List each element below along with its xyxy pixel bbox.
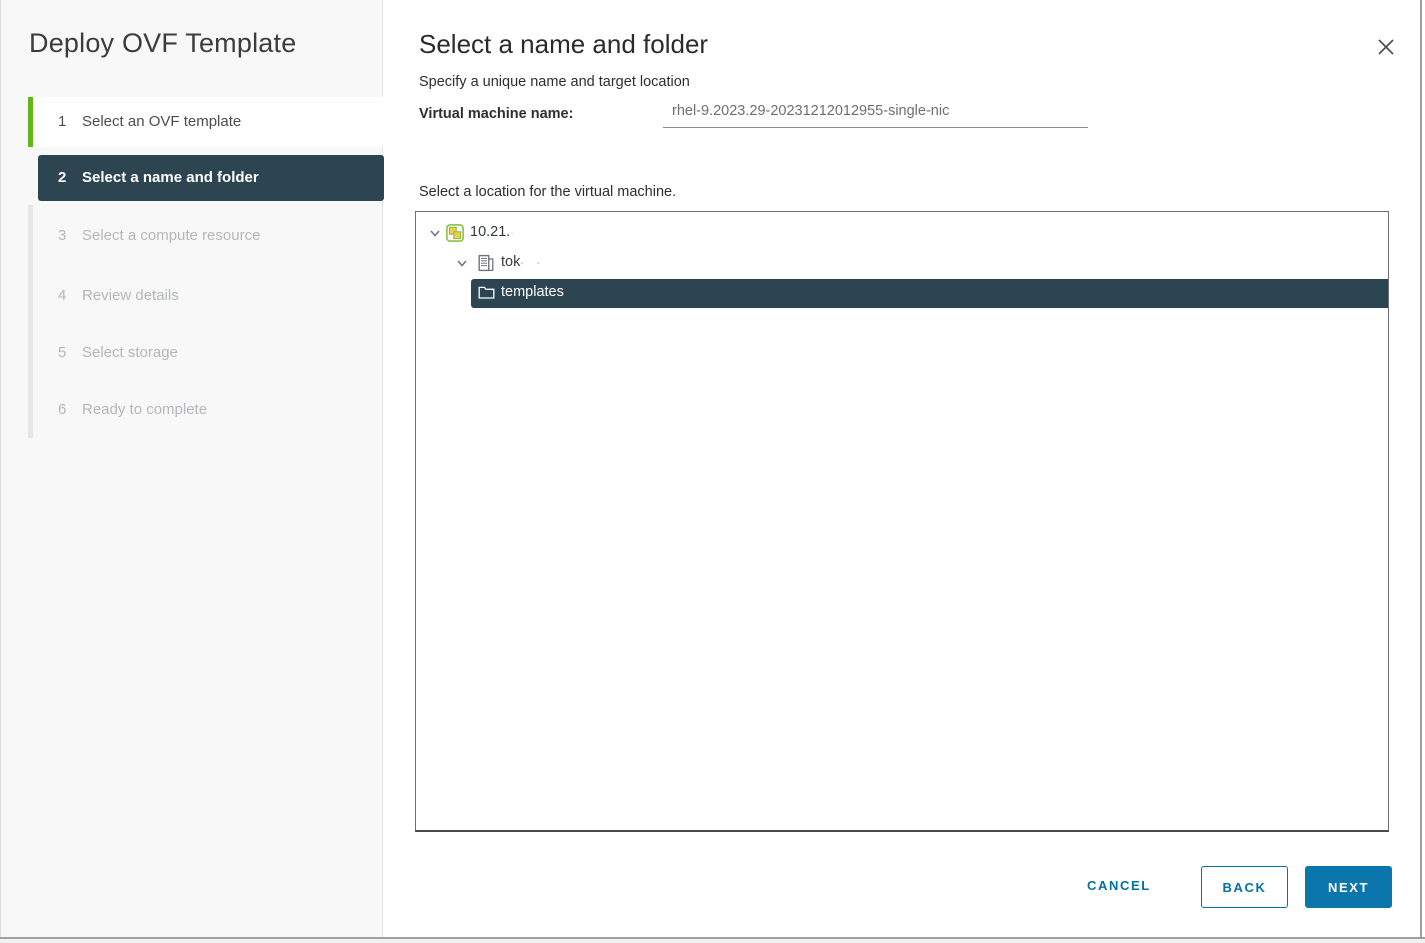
tree-node-label: 10.21.· [470,224,519,240]
chevron-down-icon[interactable] [429,227,441,239]
vcenter-server-icon [446,224,464,242]
page-subtitle: Specify a unique name and target locatio… [419,74,690,90]
step-label: Select an OVF template [82,113,242,130]
step-label: Select a compute resource [82,227,261,244]
step-number: 4 [58,287,67,304]
vm-name-label: Virtual machine name: [419,106,574,122]
wizard-sidebar: Deploy OVF Template 1 Select an OVF temp… [1,0,384,937]
completed-step-accent-bar [28,97,33,147]
sidebar-step-select-storage: 5 Select storage [33,344,383,364]
step-number: 5 [58,344,67,361]
vm-name-input[interactable] [663,98,1088,128]
folder-icon [478,284,496,302]
location-instruction: Select a location for the virtual machin… [419,184,677,200]
close-icon[interactable] [1372,34,1400,62]
step-number: 2 [58,169,67,186]
step-number: 3 [58,227,67,244]
cancel-button[interactable]: CANCEL [1087,878,1151,893]
wizard-title: Deploy OVF Template [29,28,297,58]
tree-row-templates-selected[interactable]: templates [471,279,1388,308]
sidebar-step-ready-to-complete: 6 Ready to complete [33,401,383,421]
step-label: Select storage [82,344,178,361]
sidebar-step-select-name-folder[interactable]: 2 Select a name and folder [38,155,384,201]
datacenter-icon [477,254,495,272]
sidebar-step-review-details: 4 Review details [33,287,383,307]
step-number: 6 [58,401,67,418]
step-label: Ready to complete [82,401,208,418]
step-label: Select a name and folder [82,169,259,186]
step-number: 1 [58,113,67,130]
step-label: Review details [82,287,179,304]
tree-node-label: templates [501,284,564,300]
tree-row-vcenter[interactable]: 10.21.· [416,219,1388,248]
next-button[interactable]: NEXT [1305,866,1392,908]
redacted-text: - - [520,258,545,269]
chevron-down-icon[interactable] [456,257,468,269]
wizard-content-pane: Select a name and folder Specify a uniqu… [384,0,1420,937]
redacted-text: · [510,228,519,239]
tree-row-datacenter[interactable]: tok- - [416,249,1388,278]
tree-node-label: tok- - [501,254,545,270]
back-button[interactable]: BACK [1201,866,1288,908]
window-right-border [1420,0,1422,937]
window-left-border [0,0,1,937]
sidebar-step-select-compute-resource: 3 Select a compute resource [33,227,383,247]
folder-tree: 10.21.· tok- - templates [415,211,1389,832]
window-below-area [0,939,1425,943]
page-title: Select a name and folder [419,29,709,59]
sidebar-step-select-ovf-template[interactable]: 1 Select an OVF template [33,97,383,147]
